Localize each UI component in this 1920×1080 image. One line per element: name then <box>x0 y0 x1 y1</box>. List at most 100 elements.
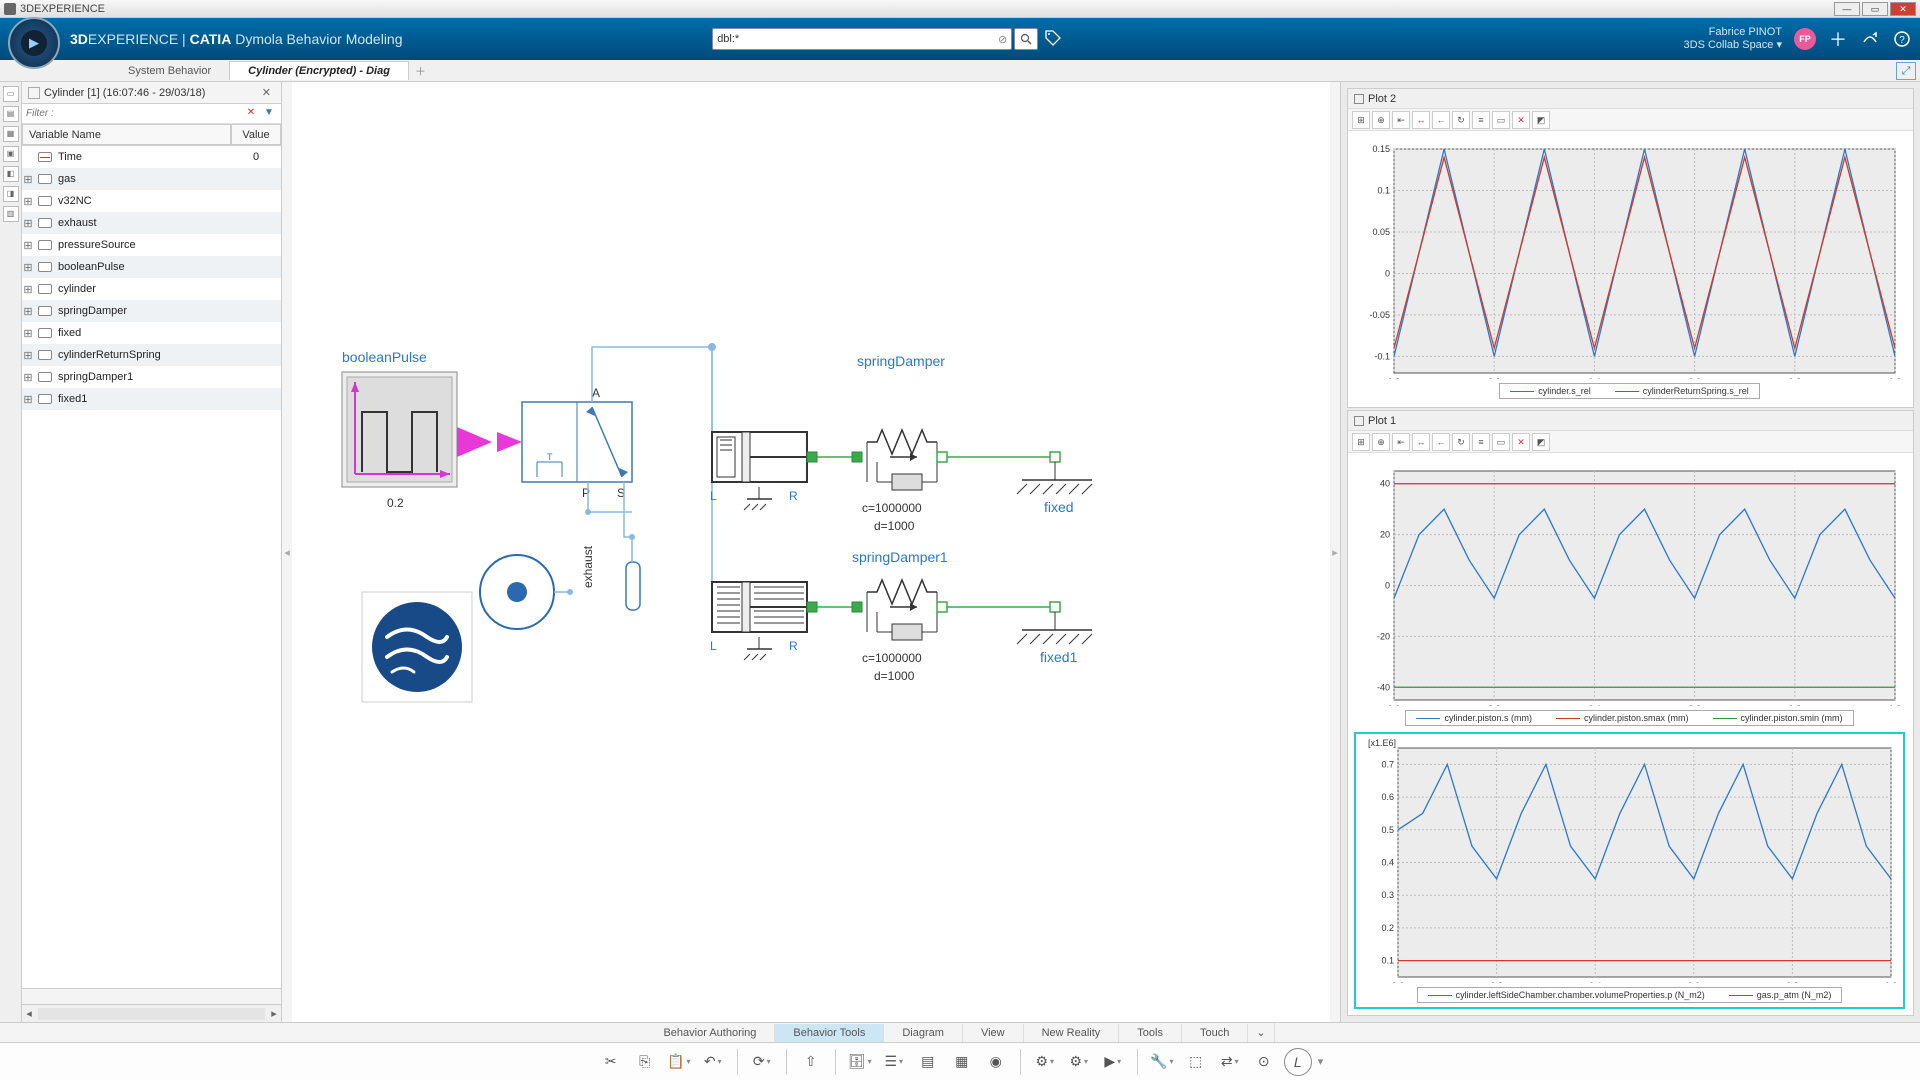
plot-tool-7[interactable]: ▭ <box>1492 433 1510 451</box>
plot-tool-3[interactable]: ↔ <box>1412 433 1430 451</box>
filter-clear-button[interactable]: ✕ <box>243 107 259 121</box>
scroll-left-icon[interactable]: ◂ <box>22 1007 36 1020</box>
port-fixed-top[interactable] <box>1050 452 1060 462</box>
plot-tool-9[interactable]: ◩ <box>1532 433 1550 451</box>
variable-row[interactable]: ⊞ exhaust <box>22 212 281 234</box>
plot-tool-2[interactable]: ⇤ <box>1392 111 1410 129</box>
search-button[interactable] <box>1014 28 1038 50</box>
check-button[interactable]: ◉ <box>982 1048 1010 1076</box>
add-button[interactable]: ＋ <box>1828 29 1848 49</box>
block-fixed-top[interactable] <box>1017 462 1092 494</box>
block-valve[interactable]: T A P S <box>522 386 632 500</box>
expand-icon[interactable]: ⊞ <box>22 261 34 274</box>
search-clear-icon[interactable]: ⊘ <box>998 33 1007 46</box>
variable-row[interactable]: ⊞ fixed1 <box>22 388 281 410</box>
scroll-track[interactable] <box>38 1008 265 1020</box>
plot-2[interactable]: Plot 2 ⊞⊕⇤↔←↻≡▭✕◩ 0.00.20.40.60.81.0-0.1… <box>1347 88 1914 408</box>
search-input[interactable] <box>717 33 998 45</box>
user-meta[interactable]: Fabrice PINOT 3DS Collab Space ▾ <box>1684 26 1782 52</box>
plot-2-chart[interactable]: 0.00.20.40.60.81.0-0.1-0.0500.050.10.15 <box>1354 137 1905 379</box>
undo-button[interactable]: ↶▾ <box>699 1048 727 1076</box>
plot-tool-6[interactable]: ≡ <box>1472 433 1490 451</box>
variable-col-value[interactable]: Value <box>231 124 281 145</box>
variable-row[interactable]: Time 0 <box>22 146 281 168</box>
wrench-button[interactable]: 🔧▾ <box>1148 1048 1176 1076</box>
variable-scrollbar[interactable]: ◂ ▸ <box>22 1004 281 1022</box>
bottom-tab-more[interactable]: ⌄ <box>1248 1023 1274 1042</box>
bottom-tab-touch[interactable]: Touch <box>1182 1024 1248 1042</box>
block-fixed-bottom[interactable] <box>1017 612 1092 644</box>
plot-tool-7[interactable]: ▭ <box>1492 111 1510 129</box>
block-cylinder-bottom[interactable]: L R <box>710 582 807 660</box>
tag-button[interactable] <box>1044 29 1064 49</box>
variable-row[interactable]: ⊞ cylinder <box>22 278 281 300</box>
left-tool-7[interactable]: ▥ <box>3 206 19 222</box>
paste-button[interactable]: 📋▾ <box>665 1048 693 1076</box>
share-button[interactable] <box>1860 29 1880 49</box>
variable-filter-input[interactable] <box>26 108 241 119</box>
italic-button[interactable]: L <box>1284 1048 1312 1076</box>
expand-icon[interactable]: ⊞ <box>22 239 34 252</box>
block-springDamper-bottom[interactable] <box>867 580 937 640</box>
plot-tool-0[interactable]: ⊞ <box>1352 111 1370 129</box>
block-cylinder-top[interactable]: L R <box>710 432 807 510</box>
bottom-tab-diagram[interactable]: Diagram <box>884 1024 963 1042</box>
diagram-canvas[interactable]: booleanPulse 0.2 T A <box>292 82 1330 1022</box>
gear2-button[interactable]: ⚙▾ <box>1065 1048 1093 1076</box>
left-tool-4[interactable]: ▣ <box>3 146 19 162</box>
plot-1a-chart[interactable]: 0.00.20.40.60.81.0-40-2002040 <box>1354 459 1905 706</box>
variable-row[interactable]: ⊞ gas <box>22 168 281 190</box>
variable-col-name[interactable]: Variable Name <box>22 124 231 145</box>
filter-apply-button[interactable]: ▼ <box>261 107 277 121</box>
plot-1-title[interactable]: Plot 1 <box>1348 411 1913 431</box>
user-avatar[interactable]: FP <box>1794 28 1816 50</box>
next-button[interactable]: ⊙ <box>1250 1048 1278 1076</box>
plot-1b-chart[interactable]: 0.00.20.40.60.81.00.10.20.30.40.50.60.7[… <box>1358 736 1901 983</box>
expand-icon[interactable]: ⊞ <box>22 217 34 230</box>
window-minimize-button[interactable]: — <box>1834 2 1860 16</box>
left-tool-1[interactable]: ▭ <box>3 86 19 102</box>
tab-expand-button[interactable]: ⤢ <box>1896 62 1916 80</box>
variable-row[interactable]: ⊞ v32NC <box>22 190 281 212</box>
plot-1[interactable]: Plot 1 ⊞⊕⇤↔←↻≡▭✕◩ 0.00.20.40.60.81.0-40-… <box>1347 410 1914 1016</box>
scroll-right-icon[interactable]: ▸ <box>267 1007 281 1020</box>
expand-icon[interactable]: ⊞ <box>22 173 34 186</box>
left-tool-2[interactable]: ▤ <box>3 106 19 122</box>
variable-row[interactable]: ⊞ fixed <box>22 322 281 344</box>
window-maximize-button[interactable]: ▭ <box>1862 2 1888 16</box>
left-tool-5[interactable]: ◧ <box>3 166 19 182</box>
sheet-button[interactable]: ▤ <box>914 1048 942 1076</box>
list-button[interactable]: ☰▾ <box>880 1048 908 1076</box>
variable-row[interactable]: ⊞ pressureSource <box>22 234 281 256</box>
refresh-button[interactable]: ⟳▾ <box>748 1048 776 1076</box>
cut-button[interactable]: ✂ <box>597 1048 625 1076</box>
expand-icon[interactable]: ⊞ <box>22 371 34 384</box>
plot-tool-4[interactable]: ← <box>1432 433 1450 451</box>
help-button[interactable]: ? <box>1892 29 1912 49</box>
variable-row[interactable]: ⊞ booleanPulse <box>22 256 281 278</box>
plot-tool-9[interactable]: ◩ <box>1532 111 1550 129</box>
bottom-tab-behavior-authoring[interactable]: Behavior Authoring <box>645 1024 775 1042</box>
flow-button[interactable]: ⇄▾ <box>1216 1048 1244 1076</box>
db-button[interactable]: 🗄▾ <box>846 1048 874 1076</box>
plot-tool-3[interactable]: ↔ <box>1412 111 1430 129</box>
play-button[interactable]: ▶▾ <box>1099 1048 1127 1076</box>
cube-button[interactable]: ⬚ <box>1182 1048 1210 1076</box>
plot-tool-1[interactable]: ⊕ <box>1372 433 1390 451</box>
copy-button[interactable]: ⎘ <box>631 1048 659 1076</box>
bottom-tab-tools[interactable]: Tools <box>1119 1024 1182 1042</box>
plot-tool-5[interactable]: ↻ <box>1452 111 1470 129</box>
bottom-tab-new-reality[interactable]: New Reality <box>1024 1024 1120 1042</box>
bottom-tab-behavior-tools[interactable]: Behavior Tools <box>775 1024 884 1042</box>
plot-tool-6[interactable]: ≡ <box>1472 111 1490 129</box>
plot-tool-4[interactable]: ← <box>1432 111 1450 129</box>
expand-icon[interactable]: ⊞ <box>22 305 34 318</box>
variable-row[interactable]: ⊞ springDamper <box>22 300 281 322</box>
expand-icon[interactable]: ⊞ <box>22 327 34 340</box>
tab-cylinder-encrypted[interactable]: Cylinder (Encrypted) - Diag <box>229 61 409 80</box>
plot-tool-8[interactable]: ✕ <box>1512 111 1530 129</box>
tab-add-button[interactable]: ＋ <box>409 63 432 79</box>
expand-icon[interactable]: ⊞ <box>22 349 34 362</box>
expand-icon[interactable]: ⊞ <box>22 283 34 296</box>
variable-row[interactable]: ⊞ springDamper1 <box>22 366 281 388</box>
